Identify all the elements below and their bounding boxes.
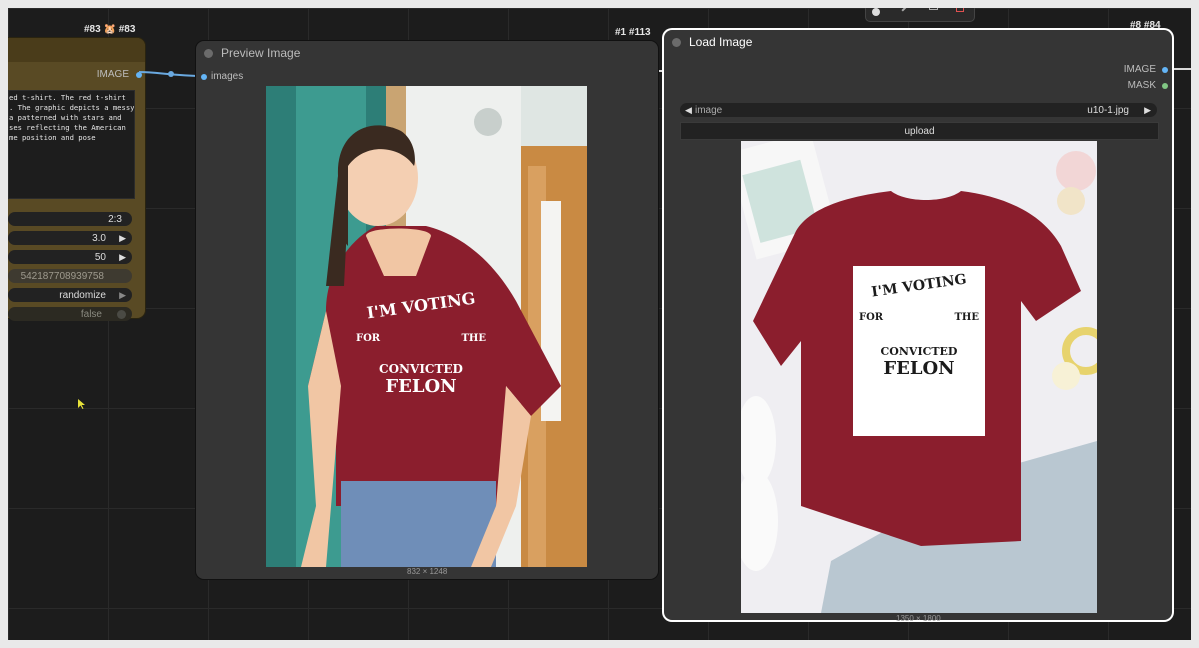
preview-shirt-line5: FELON	[385, 376, 457, 397]
bypass-icon[interactable]	[929, 8, 938, 10]
preview-node-title: Preview Image	[221, 46, 301, 60]
image-select-widget[interactable]: ◀ image u10-1.jpg ▶	[680, 103, 1157, 117]
preview-image-node[interactable]: Preview Image images I'M VOTING FOR THE …	[196, 41, 658, 579]
preview-image-size: 832 × 1248	[407, 567, 448, 576]
loaded-shirt-graphic: I'M VOTING FOR THE CONVICTED FELON	[853, 271, 985, 379]
preview-shirt-graphic: I'M VOTING FOR THE CONVICTED FELON	[356, 288, 486, 397]
load-node-header[interactable]: Load Image	[664, 30, 1172, 54]
image-select-next-arrow[interactable]: ▶	[1144, 105, 1151, 116]
mask-output-label: MASK	[1127, 80, 1156, 91]
load-image-node[interactable]: Load Image IMAGE MASK ◀ image u10-1.jpg …	[664, 30, 1172, 623]
load-node-title: Load Image	[689, 35, 753, 49]
upload-button-label: upload	[904, 125, 935, 137]
preview-node-badge: #1 #113	[615, 27, 651, 38]
image-select-value: u10-1.jpg	[1087, 104, 1129, 116]
image-link-midpoint	[168, 71, 174, 77]
loaded-image-size: 1350 × 1800	[896, 614, 941, 623]
collapse-dot-icon[interactable]	[204, 48, 213, 58]
pin-icon[interactable]	[901, 8, 909, 12]
loaded-image: I'M VOTING FOR THE CONVICTED FELON	[741, 141, 1097, 613]
collapse-dot-icon[interactable]	[672, 37, 681, 47]
image-output-socket[interactable]	[1162, 67, 1168, 73]
image-select-label: image	[695, 104, 723, 116]
preview-shirt-line4: CONVICTED	[379, 362, 463, 376]
images-input-socket[interactable]	[201, 74, 207, 80]
preview-image: I'M VOTING FOR THE CONVICTED FELON	[266, 86, 587, 567]
preview-node-header[interactable]: Preview Image	[196, 41, 658, 65]
mask-output-socket[interactable]	[1162, 83, 1168, 89]
delete-icon[interactable]	[956, 8, 964, 12]
loaded-shirt-line5: FELON	[883, 358, 955, 379]
node-toolbar[interactable]	[865, 8, 975, 22]
loaded-shirt-line4: CONVICTED	[880, 345, 958, 358]
image-output-label: IMAGE	[1123, 64, 1156, 75]
node-graph-canvas[interactable]: #83 🐹 #83 IMAGE ed t-shirt. The red t-sh…	[8, 8, 1191, 640]
loaded-shirt-line3: THE	[954, 312, 979, 323]
loaded-shirt-line2: FOR	[859, 312, 884, 323]
preview-shirt-line2: FOR	[356, 333, 381, 344]
image-select-prev-arrow[interactable]: ◀	[685, 105, 692, 116]
images-input-label: images	[211, 71, 244, 82]
preview-shirt-line3: THE	[461, 333, 486, 344]
mouse-cursor-icon	[78, 399, 85, 409]
color-dot-icon[interactable]	[872, 8, 880, 16]
upload-button[interactable]: upload	[680, 122, 1159, 140]
